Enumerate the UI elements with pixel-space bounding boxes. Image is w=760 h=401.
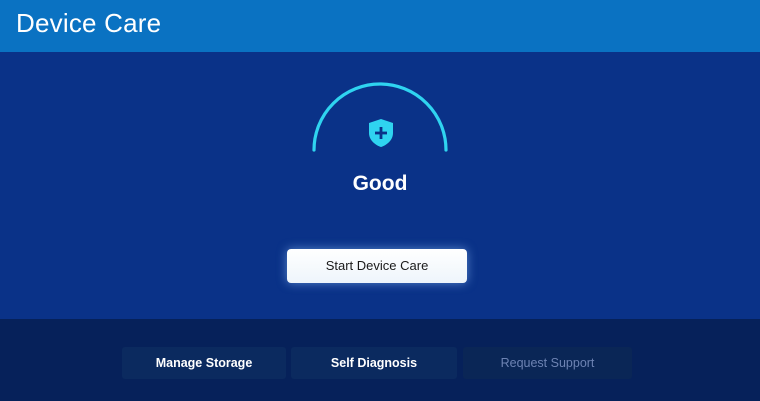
request-support-button[interactable]: Request Support <box>463 347 632 379</box>
shield-plus-icon <box>369 119 393 147</box>
self-diagnosis-button[interactable]: Self Diagnosis <box>291 347 457 379</box>
header-bar: Device Care <box>0 0 760 52</box>
device-care-panel: Good Start Device Care <box>0 52 760 319</box>
status-label: Good <box>352 172 408 195</box>
manage-storage-button[interactable]: Manage Storage <box>122 347 286 379</box>
page-title: Device Care <box>16 8 162 38</box>
start-device-care-button[interactable]: Start Device Care <box>287 249 467 283</box>
bottom-menu: Manage Storage Self Diagnosis Request Su… <box>0 319 760 401</box>
